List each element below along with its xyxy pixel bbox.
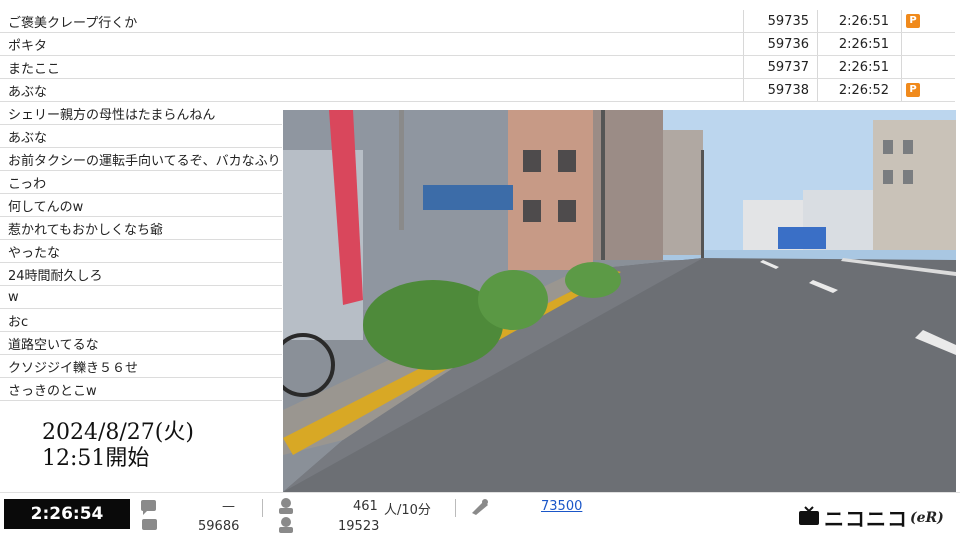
- comment-row[interactable]: お前タクシーの運転手向いてるぞ、バカなふりし: [0, 148, 282, 171]
- comment-row[interactable]: クソジジイ轢き５６せ: [0, 355, 282, 378]
- comment-row[interactable]: おc: [0, 309, 282, 332]
- comment-time: 2:26:51: [818, 33, 902, 55]
- comment-text: w: [8, 289, 19, 305]
- comment-number: 59735: [744, 10, 818, 32]
- comment-text: さっきのとこw: [8, 383, 97, 399]
- comment-text: あぶな: [0, 79, 744, 101]
- premium-cell: [902, 33, 952, 55]
- premium-cell: [902, 56, 952, 78]
- premium-cell: P: [902, 79, 952, 101]
- comment-text: お前タクシーの運転手向いてるぞ、バカなふりし: [8, 153, 282, 169]
- viewer-icon: [278, 497, 298, 539]
- viewers-rate-unit: 人/10分: [384, 503, 431, 518]
- comment-row[interactable]: ご褒美クレープ行くか 59735 2:26:51 P: [0, 10, 955, 33]
- comment-text: ご褒美クレープ行くか: [0, 10, 744, 32]
- comment-number: 59738: [744, 79, 818, 101]
- comment-row[interactable]: あぶな 59738 2:26:52 P: [0, 79, 955, 102]
- comment-time: 2:26:51: [818, 10, 902, 32]
- comment-row[interactable]: こっわ: [0, 171, 282, 194]
- divider: [455, 499, 456, 517]
- comment-text: やったな: [8, 245, 61, 261]
- comment-text: 道路空いてるな: [8, 337, 99, 353]
- comment-text: あぶな: [8, 130, 48, 146]
- comment-text: 何してんのw: [8, 199, 84, 215]
- broadcast-date: 2024/8/27(火): [42, 420, 194, 445]
- comment-number: 59736: [744, 33, 818, 55]
- comment-text: こっわ: [8, 176, 47, 192]
- viewers-rate: 461: [353, 499, 378, 514]
- broadcast-start-time: 12:51開始: [42, 446, 150, 471]
- comment-row[interactable]: w: [0, 286, 282, 309]
- comment-count: 59686: [198, 519, 240, 534]
- tv-icon: [798, 505, 820, 530]
- premium-badge: P: [906, 83, 920, 97]
- comment-text: 惹かれてもおかしくなち爺: [8, 222, 163, 238]
- comment-row[interactable]: 道路空いてるな: [0, 332, 282, 355]
- comment-row[interactable]: 24時間耐久しろ: [0, 263, 282, 286]
- comment-text: またここ: [0, 56, 744, 78]
- comment-number: 59737: [744, 56, 818, 78]
- comment-text: ポキタ: [0, 33, 744, 55]
- status-bar: 2:26:54 — 59686 461 人/10分 19523 73500 ニコ…: [0, 492, 960, 540]
- comment-row[interactable]: さっきのとこw: [0, 378, 282, 401]
- comment-row[interactable]: あぶな: [0, 125, 282, 148]
- comment-icon: [140, 499, 158, 537]
- divider: [262, 499, 263, 517]
- comment-row[interactable]: 何してんのw: [0, 194, 282, 217]
- comment-time: 2:26:51: [818, 56, 902, 78]
- broadcast-caption: 2024/8/27(火) 12:51開始: [42, 420, 194, 472]
- ad-points-link[interactable]: 73500: [541, 499, 582, 514]
- logo-suffix: (eR): [910, 509, 944, 526]
- elapsed-time: 2:26:54: [4, 499, 130, 529]
- ad-icon: [470, 497, 490, 521]
- comment-row[interactable]: またここ 59737 2:26:51: [0, 56, 955, 79]
- logo-text: ニコニコ: [824, 507, 908, 531]
- comments-dash: —: [222, 499, 235, 514]
- comment-row[interactable]: ポキタ 59736 2:26:51: [0, 33, 955, 56]
- video-frame: [283, 110, 956, 492]
- comment-row[interactable]: やったな: [0, 240, 282, 263]
- visitor-count: 19523: [338, 519, 380, 534]
- comment-time: 2:26:52: [818, 79, 902, 101]
- premium-cell: P: [902, 10, 952, 32]
- premium-badge: P: [906, 14, 920, 28]
- niconico-logo[interactable]: ニコニコ (eR): [798, 503, 944, 532]
- comment-row[interactable]: 惹かれてもおかしくなち爺: [0, 217, 282, 240]
- comment-text: シェリー親方の母性はたまらんねん: [8, 107, 216, 123]
- comment-text: クソジジイ轢き５６せ: [8, 360, 139, 376]
- comment-text: 24時間耐久しろ: [8, 268, 103, 284]
- video-player[interactable]: [283, 110, 956, 492]
- comment-text: おc: [8, 314, 29, 330]
- comment-row[interactable]: シェリー親方の母性はたまらんねん: [0, 102, 282, 125]
